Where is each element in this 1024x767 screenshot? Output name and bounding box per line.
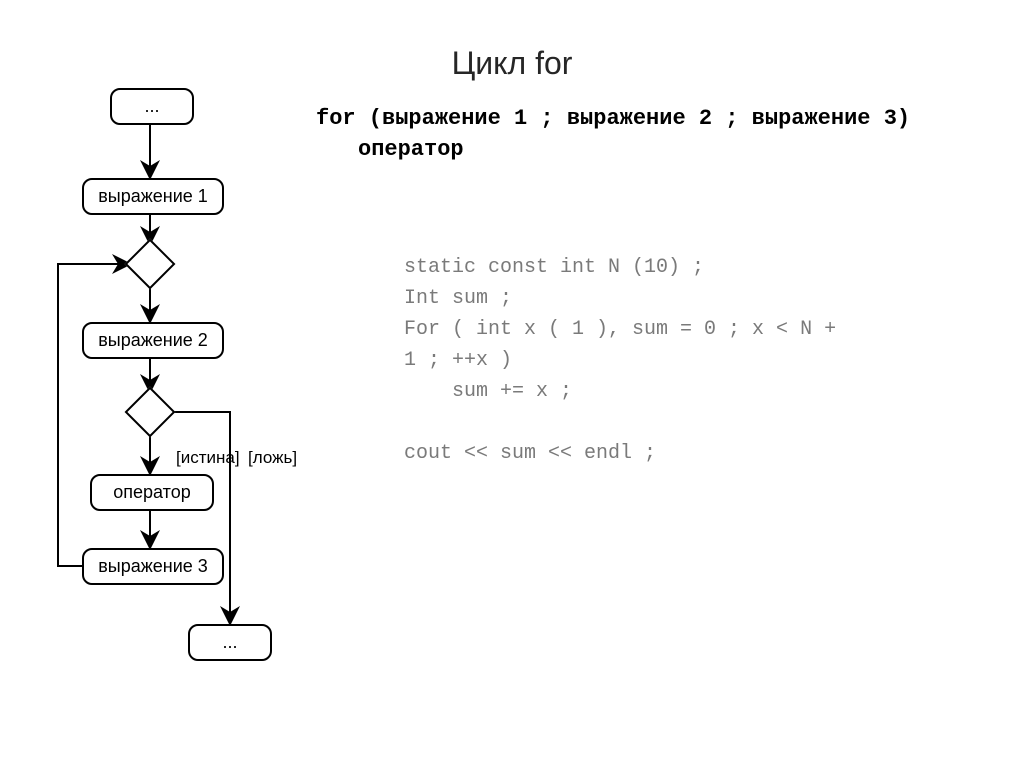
page-title: Цикл for [0,45,1024,82]
flow-operator: оператор [90,474,214,511]
code-example: static const int N (10) ; Int sum ; For … [404,252,836,469]
syntax-line2: оператор [358,135,910,166]
flow-end: ... [188,624,272,661]
for-syntax: for (выражение 1 ; выражение 2 ; выражен… [316,104,910,166]
flow-expr2: выражение 2 [82,322,224,359]
flow-merge-diamond [125,239,176,290]
flow-true-label: [истина] [176,448,240,468]
flowchart: ... выражение 1 выражение 2 [истина] [ло… [48,88,328,708]
flow-start: ... [110,88,194,125]
flow-false-label: [ложь] [248,448,297,468]
flow-condition-diamond [125,387,176,438]
flow-expr1: выражение 1 [82,178,224,215]
flow-expr3: выражение 3 [82,548,224,585]
syntax-line1: for (выражение 1 ; выражение 2 ; выражен… [316,106,910,131]
